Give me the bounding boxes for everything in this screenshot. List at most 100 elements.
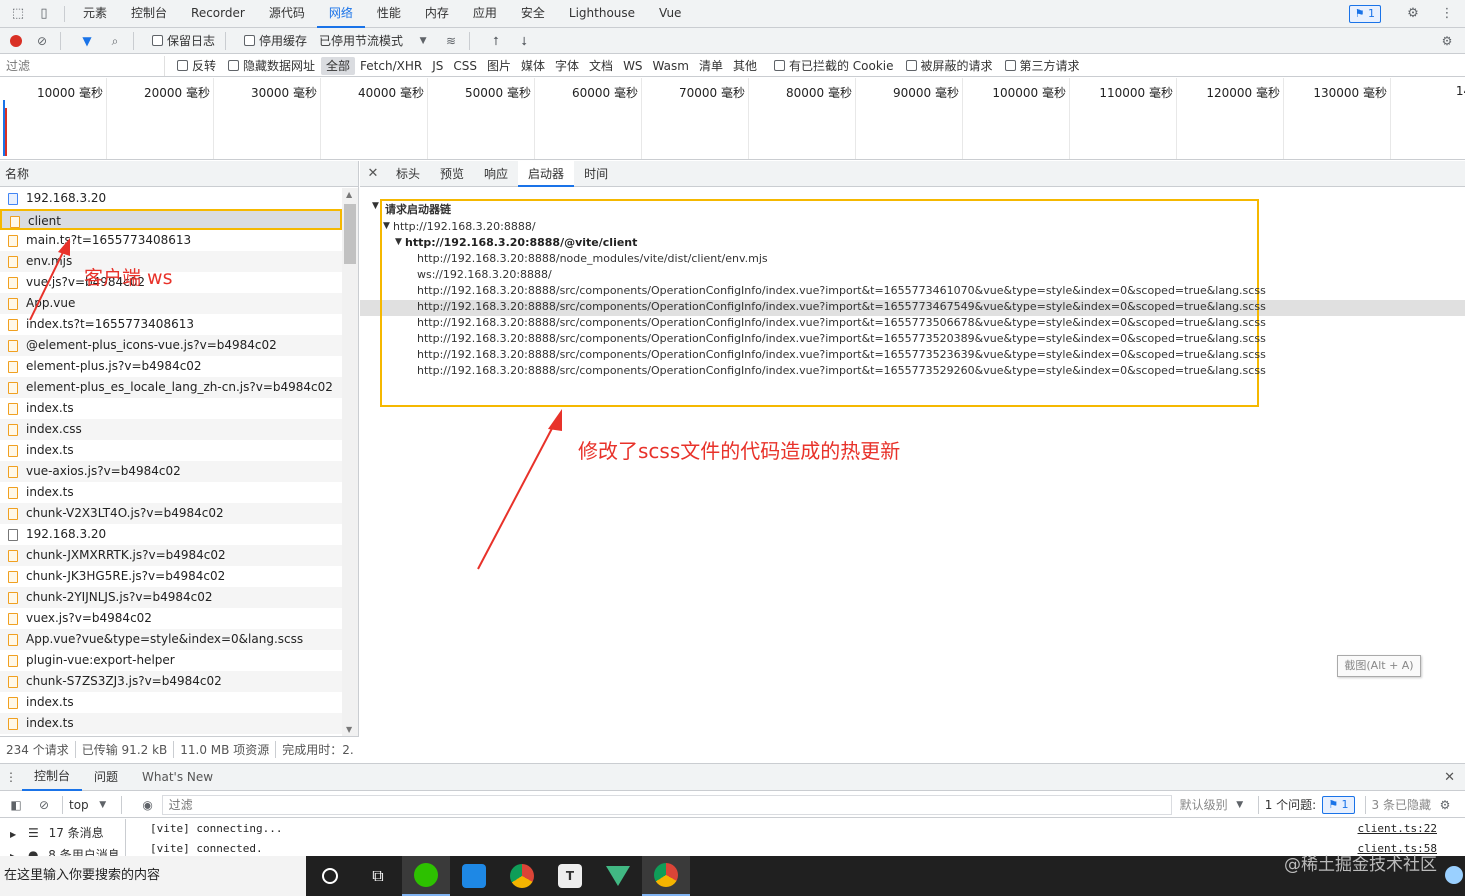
- resource-type-filter[interactable]: Wasm: [648, 57, 694, 75]
- clear-icon[interactable]: ⊘: [34, 33, 50, 49]
- invert-checkbox[interactable]: [177, 60, 188, 71]
- root-expand-arrow-icon[interactable]: ▼: [383, 221, 390, 231]
- scroll-up-icon[interactable]: ▲: [346, 190, 352, 199]
- request-row[interactable]: chunk-JK3HG5RE.js?v=b4984c02: [0, 566, 342, 587]
- detail-tab[interactable]: 时间: [574, 161, 618, 187]
- detail-tab[interactable]: 预览: [430, 161, 474, 187]
- resource-type-filter[interactable]: CSS: [448, 57, 482, 75]
- request-row[interactable]: 192.168.3.20: [0, 524, 342, 545]
- client-expand-arrow-icon[interactable]: ▼: [395, 237, 402, 247]
- chain-child-url[interactable]: http://192.168.3.20:8888/src/components/…: [417, 300, 1266, 313]
- request-row[interactable]: chunk-S7ZS3ZJ3.js?v=b4984c02: [0, 671, 342, 692]
- record-button[interactable]: [10, 34, 22, 47]
- weather-icon[interactable]: [1445, 866, 1463, 884]
- blocked-cookies-checkbox[interactable]: [773, 60, 785, 71]
- chain-expand-arrow-icon[interactable]: ▼: [372, 201, 379, 211]
- chevron-down-icon[interactable]: ▼: [415, 33, 431, 49]
- console-log-source[interactable]: client.ts:22: [1358, 822, 1437, 835]
- resource-type-filter[interactable]: 其他: [728, 57, 762, 75]
- request-row[interactable]: chunk-2YIJNLJS.js?v=b4984c02: [0, 587, 342, 608]
- chain-child-url[interactable]: http://192.168.3.20:8888/src/components/…: [417, 348, 1266, 361]
- vue-app-icon[interactable]: [594, 856, 642, 896]
- chain-child-url[interactable]: ws://192.168.3.20:8888/: [417, 268, 552, 281]
- request-row[interactable]: index.css: [0, 419, 342, 440]
- resource-type-filter[interactable]: 全部: [321, 56, 356, 75]
- request-row[interactable]: element-plus.js?v=b4984c02: [0, 356, 342, 377]
- request-row[interactable]: index.ts: [0, 398, 342, 419]
- console-issues-label[interactable]: 1 个问题:: [1265, 796, 1317, 813]
- log-levels-select[interactable]: 默认级别: [1180, 796, 1228, 813]
- taskbar-search-box[interactable]: 在这里输入你要搜索的内容: [0, 856, 306, 896]
- blocked-requests-checkbox[interactable]: [905, 60, 917, 71]
- resource-type-filter[interactable]: 字体: [550, 57, 584, 75]
- request-row[interactable]: plugin-vue:export-helper: [0, 650, 342, 671]
- main-tab[interactable]: 控制台: [119, 0, 179, 27]
- device-toolbar-icon[interactable]: ▯: [36, 6, 52, 22]
- request-row[interactable]: @element-plus_icons-vue.js?v=b4984c02: [0, 335, 342, 356]
- request-row[interactable]: index.ts: [0, 482, 342, 503]
- drawer-menu-icon[interactable]: ⋮: [0, 770, 22, 784]
- console-settings-gear-icon[interactable]: ⚙: [1437, 797, 1453, 813]
- typora-app-icon[interactable]: T: [546, 856, 594, 896]
- issues-badge[interactable]: ⚑ 1: [1348, 5, 1381, 23]
- search-icon[interactable]: ⌕: [107, 33, 123, 49]
- request-row[interactable]: index.ts: [0, 713, 342, 734]
- request-list-scrollbar[interactable]: ▲ ▼: [342, 188, 358, 736]
- throttle-select[interactable]: 已停用节流模式: [319, 32, 403, 49]
- console-filter-input[interactable]: [161, 794, 1172, 815]
- import-har-icon[interactable]: ⭡: [488, 33, 504, 49]
- settings-gear-icon[interactable]: ⚙: [1405, 6, 1421, 22]
- resource-type-filter[interactable]: 文档: [584, 57, 618, 75]
- expand-arrow-icon[interactable]: ▶: [10, 830, 16, 839]
- chain-child-url[interactable]: http://192.168.3.20:8888/node_modules/vi…: [417, 252, 768, 265]
- disable-cache-checkbox[interactable]: [244, 35, 256, 46]
- detail-tab[interactable]: 响应: [474, 161, 518, 187]
- export-har-icon[interactable]: ⭣: [516, 33, 532, 49]
- timeline-overview[interactable]: 10000 毫秒 20000 毫秒 30000 毫秒 40000 毫秒 50000 毫秒…: [0, 78, 1465, 160]
- network-conditions-icon[interactable]: ≋: [443, 33, 459, 49]
- name-column-header[interactable]: 名称: [0, 161, 358, 187]
- filter-icon[interactable]: ▼: [79, 33, 95, 49]
- chain-child-url[interactable]: http://192.168.3.20:8888/src/components/…: [417, 316, 1266, 329]
- chain-child-url[interactable]: http://192.168.3.20:8888/src/components/…: [417, 332, 1266, 345]
- chevron-down-icon[interactable]: ▼: [95, 797, 111, 813]
- detail-tab[interactable]: 标头: [386, 161, 430, 187]
- request-row[interactable]: index.ts: [0, 440, 342, 461]
- request-row[interactable]: index.ts: [0, 692, 342, 713]
- inspect-element-icon[interactable]: ⬚: [10, 6, 26, 22]
- request-row[interactable]: chunk-JXMXRRTK.js?v=b4984c02: [0, 545, 342, 566]
- hide-data-urls-checkbox[interactable]: [228, 60, 240, 71]
- chrome-app-icon-2[interactable]: [642, 856, 690, 896]
- request-row[interactable]: element-plus_es_locale_lang_zh-cn.js?v=b…: [0, 377, 342, 398]
- close-drawer-icon[interactable]: ✕: [1444, 770, 1455, 785]
- messages-count[interactable]: 17 条消息: [49, 826, 104, 840]
- scroll-down-icon[interactable]: ▼: [346, 725, 352, 734]
- request-row[interactable]: vue-axios.js?v=b4984c02: [0, 461, 342, 482]
- vscode-app-icon[interactable]: [450, 856, 498, 896]
- main-tab[interactable]: 性能: [365, 0, 413, 27]
- request-row[interactable]: vuex.js?v=b4984c02: [0, 608, 342, 629]
- request-row[interactable]: client: [0, 209, 342, 230]
- request-row[interactable]: chunk-V2X3LT4O.js?v=b4984c02: [0, 503, 342, 524]
- resource-type-filter[interactable]: JS: [427, 57, 448, 75]
- main-tab[interactable]: 应用: [461, 0, 509, 27]
- main-tab[interactable]: Lighthouse: [557, 0, 647, 27]
- scroll-thumb[interactable]: [344, 204, 356, 264]
- resource-type-filter[interactable]: 清单: [694, 57, 728, 75]
- close-detail-icon[interactable]: ✕: [360, 166, 386, 181]
- resource-type-filter[interactable]: 媒体: [516, 57, 550, 75]
- third-party-checkbox[interactable]: [1004, 60, 1016, 71]
- drawer-tab[interactable]: 问题: [82, 764, 130, 791]
- chain-client-url[interactable]: http://192.168.3.20:8888/@vite/client: [405, 236, 637, 249]
- drawer-tab[interactable]: 控制台: [22, 763, 83, 791]
- more-menu-icon[interactable]: ⋮: [1439, 6, 1455, 22]
- filter-input[interactable]: [0, 55, 165, 76]
- main-tab[interactable]: 网络: [316, 0, 365, 28]
- chain-root-url[interactable]: http://192.168.3.20:8888/: [393, 220, 536, 233]
- drawer-tab[interactable]: What's New: [130, 764, 225, 791]
- clear-console-icon[interactable]: ⊘: [36, 797, 52, 813]
- chain-child-url[interactable]: http://192.168.3.20:8888/src/components/…: [417, 284, 1266, 297]
- resource-type-filter[interactable]: WS: [618, 57, 647, 75]
- main-tab[interactable]: 安全: [509, 0, 557, 27]
- chain-child-url[interactable]: http://192.168.3.20:8888/src/components/…: [417, 364, 1266, 377]
